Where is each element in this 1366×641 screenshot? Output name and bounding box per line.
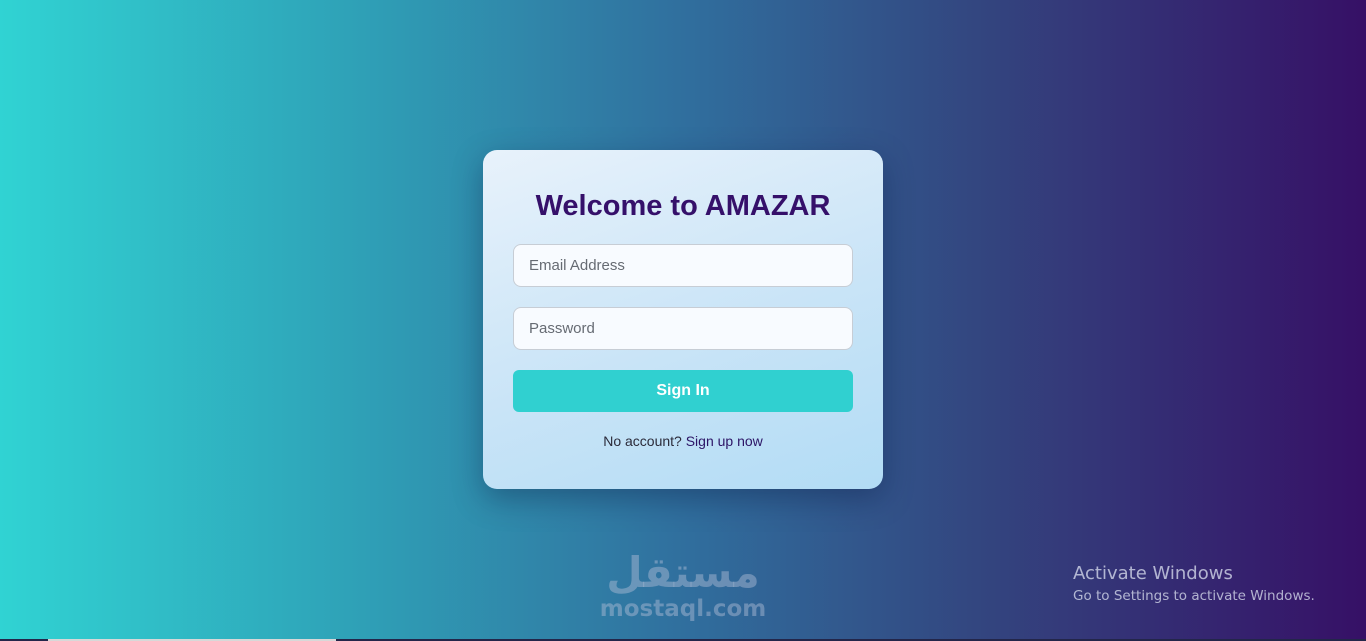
password-input[interactable] [513,307,853,350]
watermark-latin: mostaql.com [599,596,767,622]
activate-windows-subtitle: Go to Settings to activate Windows. [1073,588,1315,604]
signup-prompt-text: No account? [603,433,682,449]
email-input[interactable] [513,244,853,287]
signup-link[interactable]: Sign up now [686,433,763,449]
activate-windows-title: Activate Windows [1073,563,1233,584]
watermark-arabic: مستقل [606,548,760,597]
signup-prompt: No account? Sign up now [513,433,853,449]
activate-windows-notice: Activate Windows Go to Settings to activ… [1073,563,1315,606]
login-card: Welcome to AMAZAR Sign In No account? Si… [483,150,883,489]
sign-in-button[interactable]: Sign In [513,370,853,412]
login-title: Welcome to AMAZAR [535,190,831,222]
mostaql-watermark: مستقل mostaql.com [598,548,768,622]
